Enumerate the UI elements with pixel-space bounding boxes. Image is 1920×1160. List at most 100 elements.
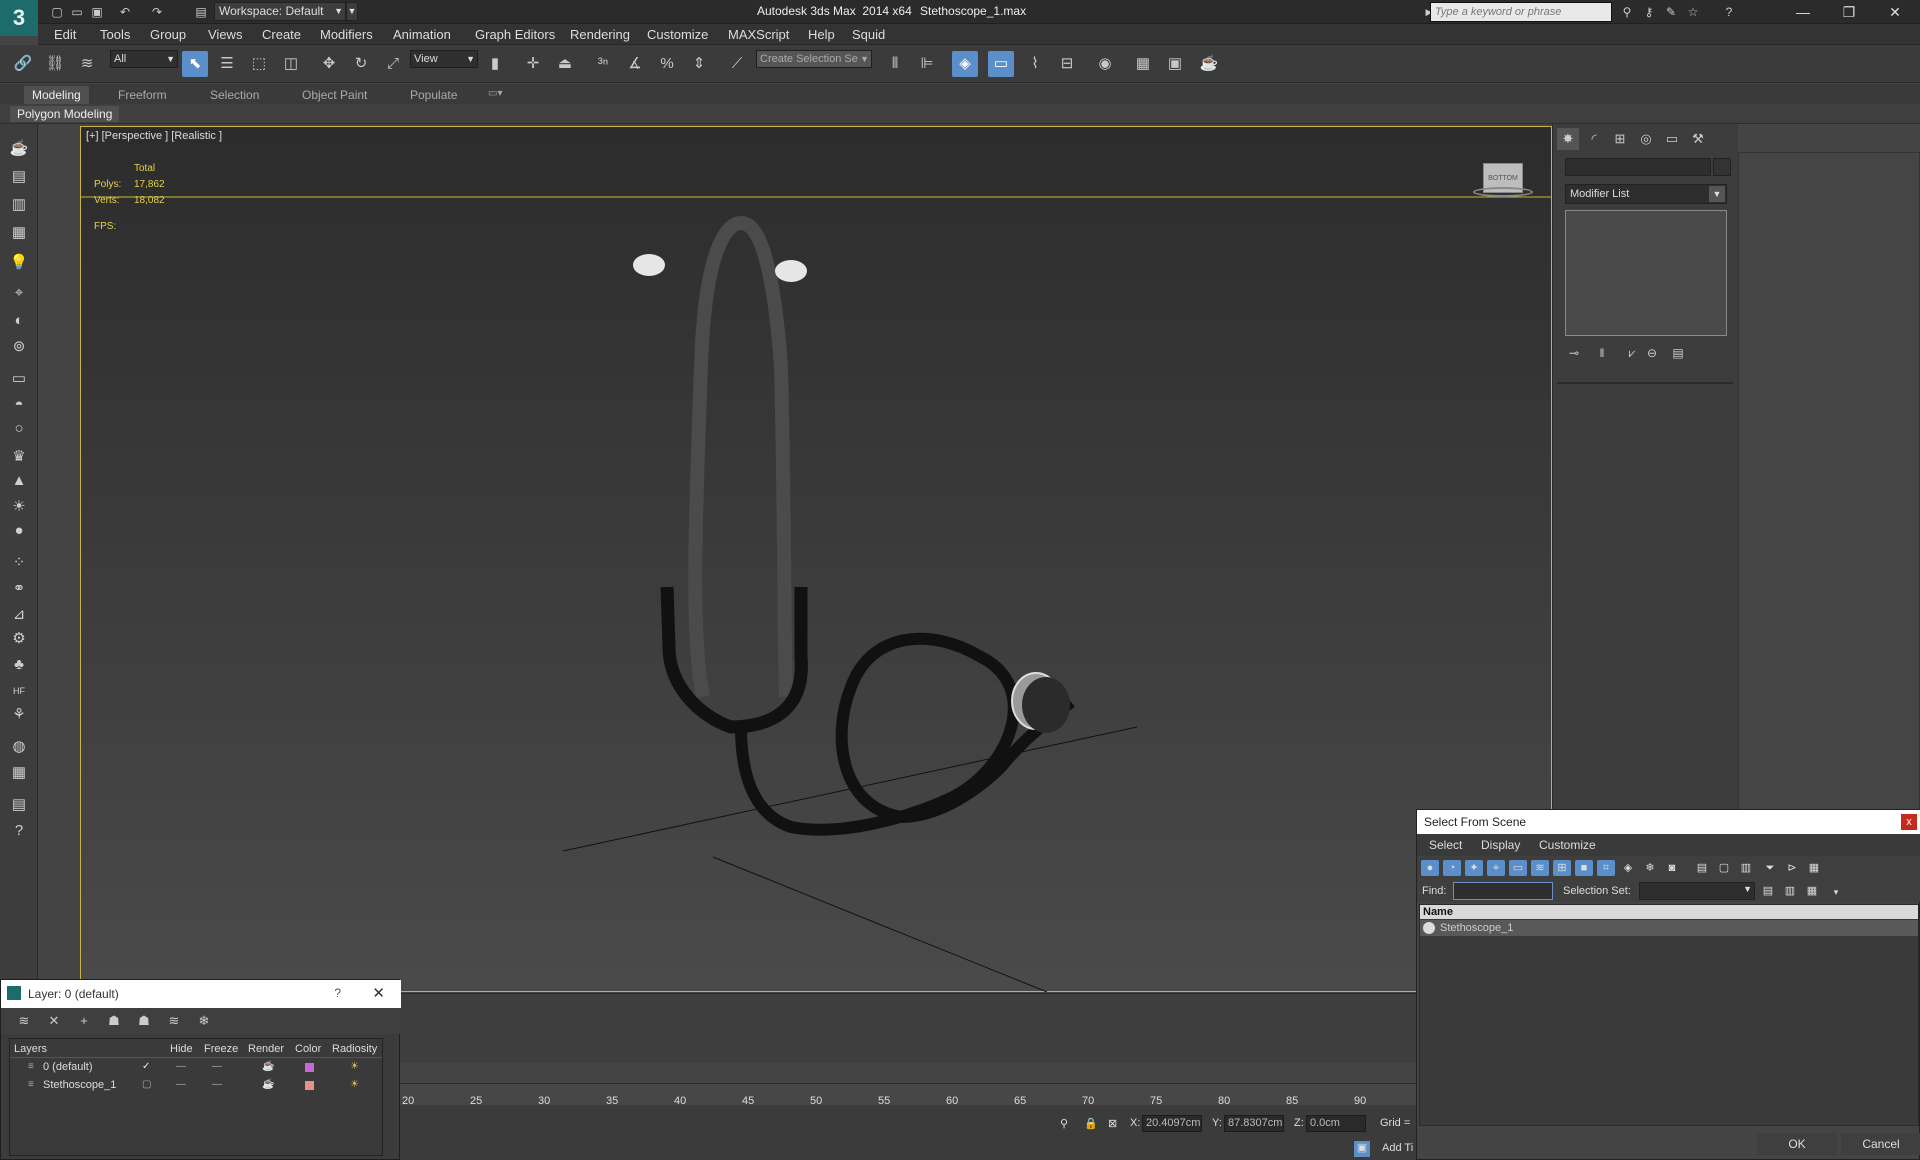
add-to-set-icon[interactable]: ▥ <box>1781 883 1799 899</box>
film-icon[interactable]: ⊚ <box>7 336 31 358</box>
unlink-icon[interactable]: ⛓ <box>42 51 68 77</box>
list-item[interactable]: Stethoscope_1 <box>1420 920 1918 936</box>
undo-icon[interactable]: ↶ <box>116 3 134 21</box>
material-editor-icon[interactable]: ◉ <box>1092 51 1118 77</box>
snaps-toggle-icon[interactable]: ³ⁿ <box>590 51 616 77</box>
freeze-all-layers-icon[interactable]: ❄ <box>195 1012 213 1030</box>
sun-icon[interactable]: ☀ <box>7 496 31 518</box>
freeze-column-header[interactable]: Freeze <box>204 1043 238 1055</box>
freeze-toggle[interactable]: — <box>212 1079 222 1090</box>
select-all-icon[interactable]: ▤ <box>1693 860 1711 876</box>
time-tag-icon[interactable]: ▣ <box>1354 1141 1370 1157</box>
help-icon[interactable]: ? <box>7 820 31 842</box>
save-icon[interactable]: ▣ <box>88 3 106 21</box>
help-icon[interactable]: ? <box>1720 3 1738 21</box>
create-layer-icon[interactable]: ≋ <box>15 1012 33 1030</box>
hide-toggle[interactable]: — <box>176 1061 186 1072</box>
object-color-swatch[interactable] <box>1713 158 1731 176</box>
binoculars-icon[interactable]: ⚲ <box>1618 3 1636 21</box>
favorites-star-icon[interactable]: ☆ <box>1684 3 1702 21</box>
close-button[interactable]: ✕ <box>372 984 385 1002</box>
menu-rendering[interactable]: Rendering <box>570 27 630 42</box>
options-chevron-icon[interactable]: ▾ <box>1827 884 1845 900</box>
bone-icon[interactable]: ⚭ <box>7 578 31 600</box>
menu-group[interactable]: Group <box>150 27 186 42</box>
communication-center-icon[interactable]: ✎ <box>1662 3 1680 21</box>
grid-icon[interactable]: ▦ <box>7 222 31 244</box>
workspace-menu-button[interactable]: ▼ <box>346 2 358 21</box>
rectangle-icon[interactable]: ▭ <box>7 368 31 390</box>
pin-stack-icon[interactable]: ⊸ <box>1565 344 1583 362</box>
find-input[interactable] <box>1453 882 1553 900</box>
menu-edit[interactable]: Edit <box>54 27 76 42</box>
x-coordinate-field[interactable]: 20.4097cm <box>1142 1115 1202 1132</box>
menu-customize[interactable]: Customize <box>1539 838 1596 852</box>
render-setup-icon[interactable]: ▦ <box>1130 51 1156 77</box>
hemisphere-icon[interactable]: ◓ <box>7 394 31 416</box>
edit-selection-set-icon[interactable]: ▤ <box>1759 883 1777 899</box>
key-icon[interactable]: ⚷ <box>1640 3 1658 21</box>
particles-icon[interactable]: ⁘ <box>7 552 31 574</box>
bones-filter-icon[interactable]: ⌗ <box>1597 860 1615 876</box>
utilities-tab-icon[interactable]: ⚒ <box>1687 128 1709 150</box>
help-button[interactable]: ? <box>334 986 341 1000</box>
hidden-filter-icon[interactable]: ◙ <box>1663 860 1681 876</box>
show-end-result-icon[interactable]: ‖ <box>1593 344 1611 362</box>
gear-icon[interactable]: ⚙ <box>7 628 31 650</box>
filter-icon[interactable]: ⏷ <box>1761 860 1779 876</box>
ribbon-options-icon[interactable]: ▭▾ <box>480 86 510 104</box>
select-manipulate-icon[interactable]: ✛ <box>520 51 546 77</box>
layer-row[interactable]: ≡ 0 (default) ✓ — — ☕ ☀ <box>10 1059 382 1077</box>
window-crossing-icon[interactable]: ◫ <box>278 51 304 77</box>
rotate-icon[interactable]: ↻ <box>348 51 374 77</box>
percent-snap-icon[interactable]: % <box>654 51 680 77</box>
menu-animation[interactable]: Animation <box>393 27 451 42</box>
containers-filter-icon[interactable]: ◈ <box>1619 860 1637 876</box>
highlight-layer-icon[interactable]: ☗ <box>135 1012 153 1030</box>
menu-graph-editors[interactable]: Graph Editors <box>475 27 555 42</box>
layers-column-header[interactable]: Layers <box>14 1043 47 1055</box>
tab-selection[interactable]: Selection <box>202 86 267 104</box>
rendered-frame-window-icon[interactable]: ▣ <box>1162 51 1188 77</box>
open-file-icon[interactable]: ▭ <box>68 3 86 21</box>
radiosity-toggle-icon[interactable]: ☀ <box>350 1079 359 1090</box>
menu-help[interactable]: Help <box>808 27 835 42</box>
sphere-icon[interactable]: ○ <box>7 418 31 440</box>
menu-create[interactable]: Create <box>262 27 301 42</box>
hide-column-header[interactable]: Hide <box>170 1043 193 1055</box>
render-sphere-icon[interactable]: ◍ <box>7 736 31 758</box>
delete-layer-icon[interactable]: ✕ <box>45 1012 63 1030</box>
helpers-filter-icon[interactable]: ▭ <box>1509 860 1527 876</box>
curve-editor-icon[interactable]: ⌇ <box>1022 51 1048 77</box>
add-to-layer-icon[interactable]: + <box>75 1012 93 1030</box>
hierarchy-tab-icon[interactable]: ⊞ <box>1609 128 1631 150</box>
layer-color-swatch[interactable] <box>305 1063 314 1072</box>
cameras-filter-icon[interactable]: ⌖ <box>1487 860 1505 876</box>
schematic-view-icon[interactable]: ⊟ <box>1054 51 1080 77</box>
new-file-icon[interactable]: ▢ <box>48 3 66 21</box>
lock-icon[interactable]: 🔒 <box>1084 1117 1098 1130</box>
camera-icon[interactable]: ⌖ <box>7 282 31 304</box>
search-input[interactable]: Type a keyword or phrase <box>1430 2 1612 22</box>
tab-object-paint[interactable]: Object Paint <box>294 86 375 104</box>
hide-toggle[interactable]: — <box>176 1079 186 1090</box>
cancel-button[interactable]: Cancel <box>1841 1133 1920 1155</box>
add-time-tag-button[interactable]: Add Ti <box>1382 1142 1413 1154</box>
rectangular-selection-icon[interactable]: ⬚ <box>246 51 272 77</box>
viewport-label[interactable]: [+] [Perspective ] [Realistic ] <box>86 130 222 142</box>
named-selection-set-dropdown[interactable]: Create Selection Se ▼ <box>756 50 872 68</box>
render-production-icon[interactable]: ☕ <box>1196 51 1222 77</box>
render-column-header[interactable]: Render <box>248 1043 284 1055</box>
current-layer-check-icon[interactable]: ✓ <box>142 1061 150 1072</box>
modifier-list-dropdown[interactable]: Modifier List ▼ <box>1565 184 1727 204</box>
y-coordinate-field[interactable]: 87.8307cm <box>1224 1115 1284 1132</box>
cloth-icon[interactable]: ⚘ <box>7 704 31 726</box>
configure-modifier-sets-icon[interactable]: ▤ <box>1669 344 1687 362</box>
tab-modeling[interactable]: Modeling <box>24 86 89 104</box>
ribbon-toggle-icon[interactable]: ▭ <box>988 51 1014 77</box>
name-column-header[interactable]: Name <box>1420 905 1918 919</box>
layer-manager-icon[interactable]: ◈ <box>952 51 978 77</box>
modifier-stack[interactable] <box>1565 210 1727 336</box>
lights-filter-icon[interactable]: ✦ <box>1465 860 1483 876</box>
selection-filter-dropdown[interactable]: All ▼ <box>110 50 178 68</box>
